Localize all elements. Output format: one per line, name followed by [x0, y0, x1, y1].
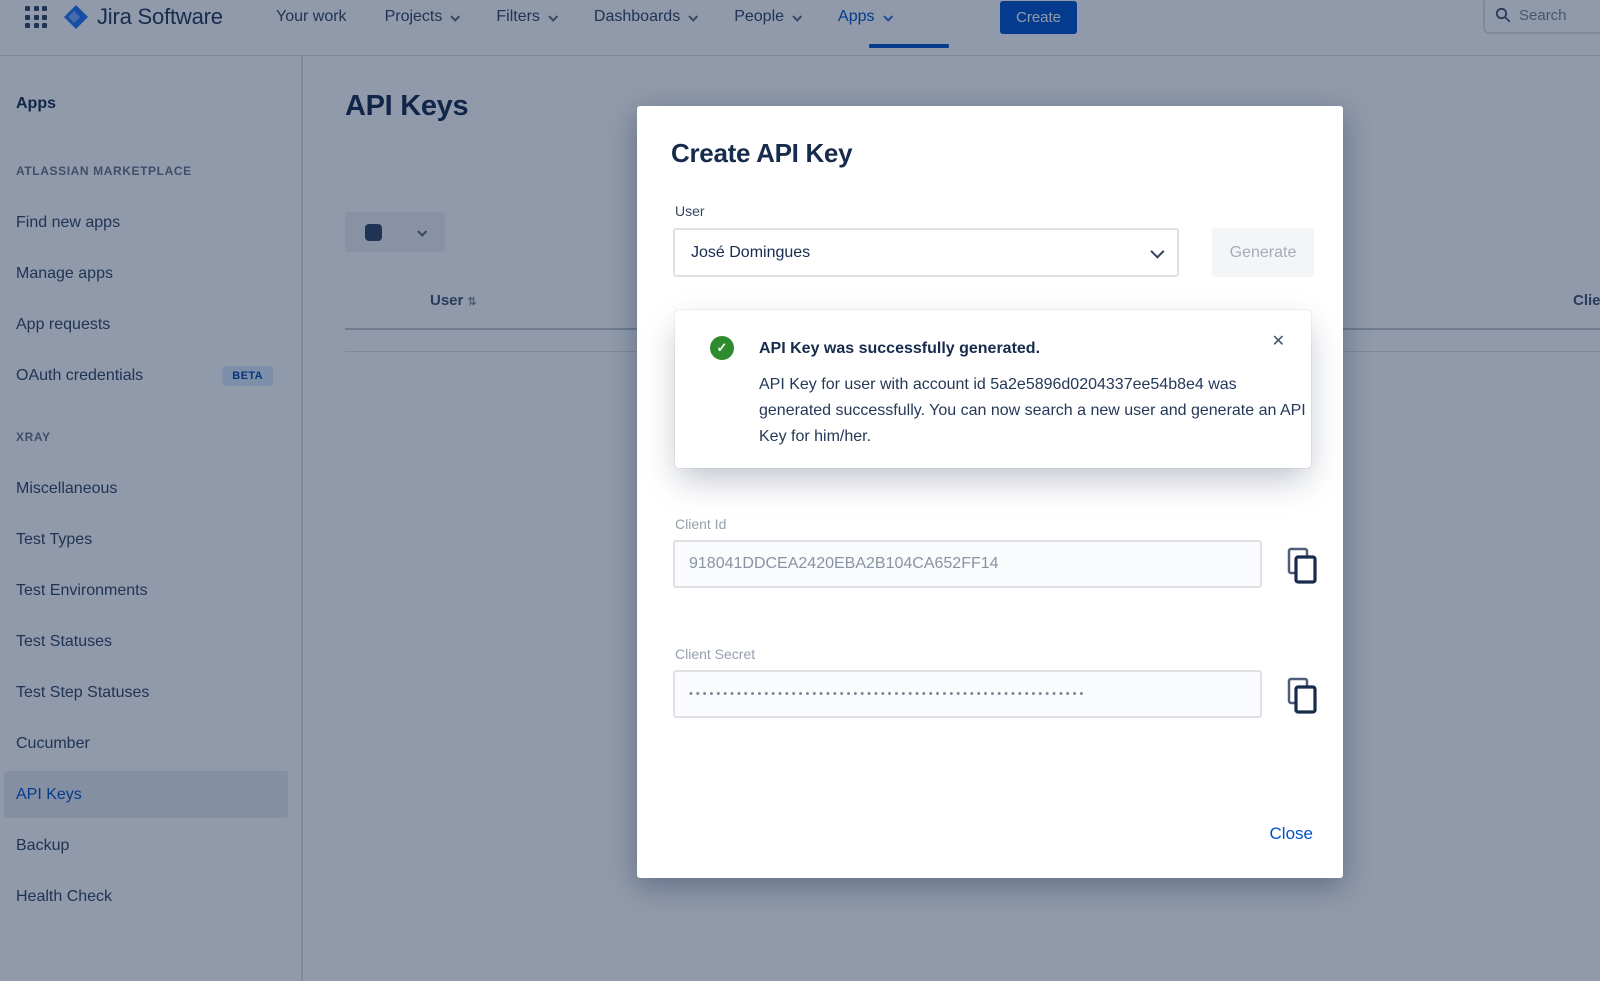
- flag-title: API Key was successfully generated.: [759, 340, 1040, 358]
- user-select[interactable]: José Domingues: [673, 228, 1179, 277]
- success-check-icon: ✓: [710, 336, 734, 360]
- user-select-value: José Domingues: [691, 244, 810, 262]
- client-id-label: Client Id: [675, 516, 726, 532]
- generate-button[interactable]: Generate: [1212, 228, 1314, 277]
- user-field-label: User: [675, 203, 705, 219]
- success-flag: ✓ API Key was successfully generated. ✕ …: [675, 310, 1311, 468]
- copy-client-id-button[interactable]: [1285, 546, 1321, 586]
- modal-close-button[interactable]: Close: [1270, 824, 1313, 844]
- flag-body: API Key for user with account id 5a2e589…: [759, 372, 1309, 450]
- flag-close-icon[interactable]: ✕: [1272, 334, 1285, 350]
- copy-icon: [1286, 676, 1320, 716]
- modal-title: Create API Key: [671, 138, 852, 169]
- chevron-down-icon: [1150, 244, 1164, 258]
- copy-client-secret-button[interactable]: [1285, 676, 1321, 716]
- create-api-key-modal: Create API Key User José Domingues Gener…: [637, 106, 1343, 878]
- client-secret-label: Client Secret: [675, 646, 755, 662]
- client-secret-input[interactable]: [673, 670, 1262, 718]
- client-id-input[interactable]: [673, 540, 1262, 588]
- copy-icon: [1286, 546, 1320, 586]
